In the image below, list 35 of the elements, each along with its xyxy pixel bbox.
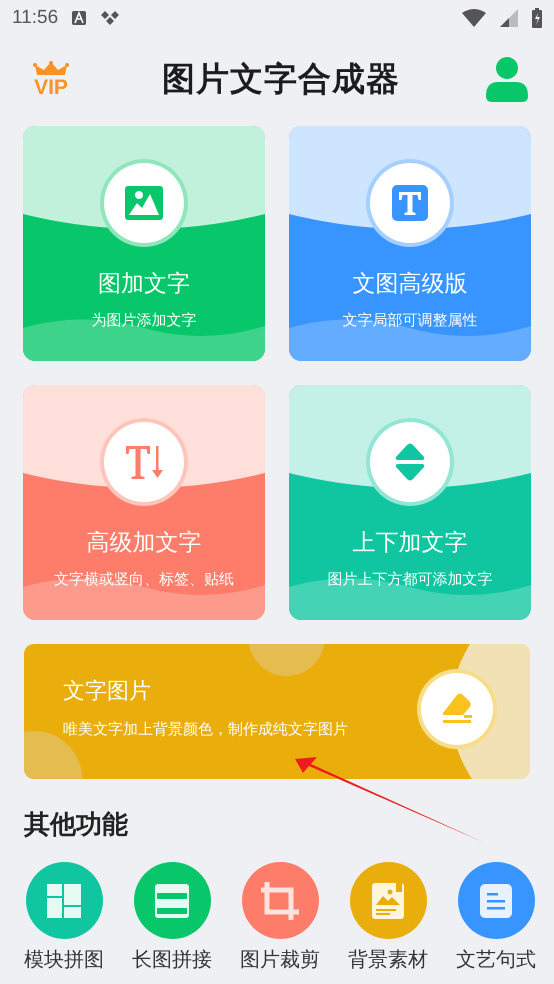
tool-label: 背景素材 xyxy=(348,947,428,971)
tool-label: 模块拼图 xyxy=(24,947,104,971)
battery-icon xyxy=(532,8,542,28)
card-title: 文图高级版 xyxy=(352,270,468,299)
vip-label[interactable]: VIP xyxy=(34,76,68,98)
image-icon xyxy=(125,186,163,220)
wifi-icon xyxy=(462,9,486,27)
tool-label: 文艺句式 xyxy=(456,947,536,971)
document-icon xyxy=(480,884,512,918)
section-title: 其他功能 xyxy=(24,809,129,842)
crown-icon xyxy=(33,60,69,76)
card-subtitle: 为图片添加文字 xyxy=(92,311,196,330)
card-subtitle: 文字局部可调整属性 xyxy=(342,311,478,330)
vertical-text-icon xyxy=(124,444,164,480)
text-format-icon xyxy=(392,185,428,221)
stacked-rows-icon xyxy=(155,884,189,918)
photo-page-icon xyxy=(372,882,404,918)
app-title: 图片文字合成器 xyxy=(162,58,400,100)
status-time: 11:56 xyxy=(12,7,58,29)
diamond-icon xyxy=(100,11,120,25)
card-subtitle: 文字横或竖向、标签、贴纸 xyxy=(54,570,234,589)
card-title: 图加文字 xyxy=(98,270,190,299)
banner-title: 文字图片 xyxy=(63,678,152,706)
banner-subtitle: 唯美文字加上背景颜色，制作成纯文字图片 xyxy=(63,720,348,739)
tool-label: 长图拼接 xyxy=(132,947,212,971)
signal-icon xyxy=(500,9,518,27)
card-title: 高级加文字 xyxy=(86,529,202,558)
notification-icon xyxy=(72,11,86,25)
card-subtitle: 图片上下方都可添加文字 xyxy=(328,570,492,589)
layout-grid-icon xyxy=(47,884,81,918)
up-down-icon xyxy=(393,442,427,482)
user-icon[interactable] xyxy=(486,56,528,102)
card-title: 上下加文字 xyxy=(352,529,468,558)
crop-icon xyxy=(261,882,299,920)
tool-label: 图片裁剪 xyxy=(240,947,320,971)
